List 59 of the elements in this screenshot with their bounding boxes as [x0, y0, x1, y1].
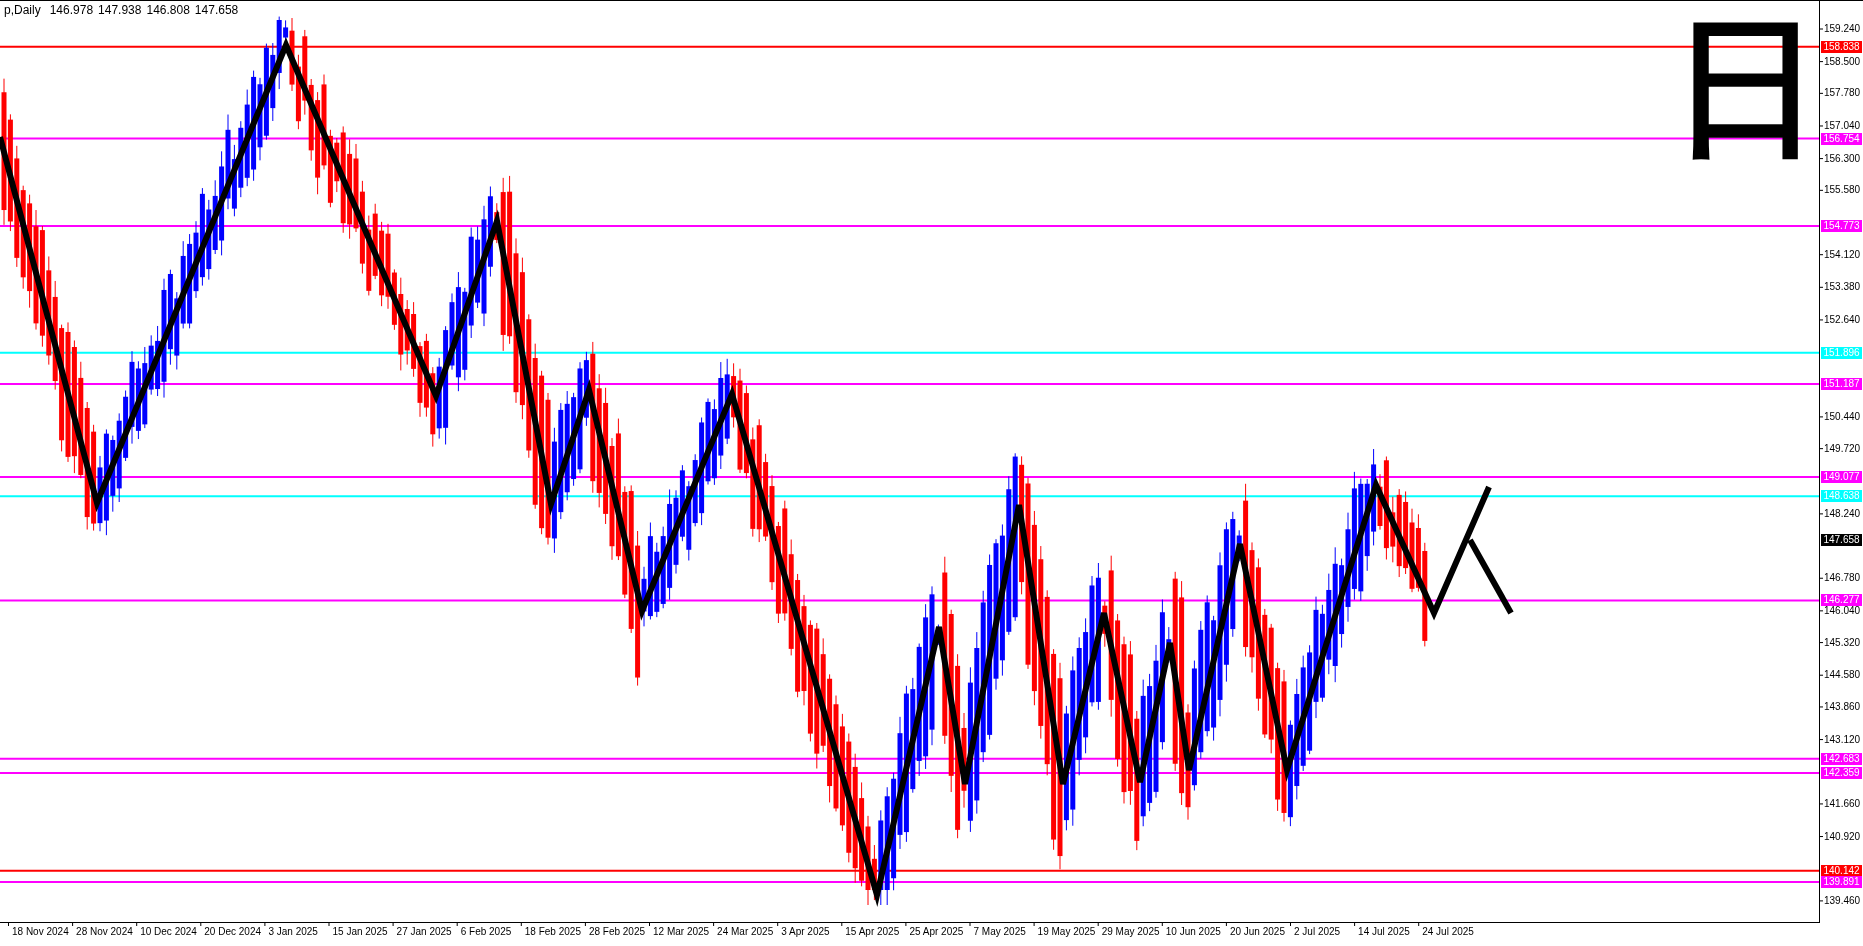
price-tick-label: 148.240 — [1824, 507, 1861, 520]
date-label: 28 Feb 2025 — [588, 925, 646, 939]
date-label: 20 Jun 2025 — [1229, 925, 1285, 939]
price-tick-label: 152.640 — [1824, 313, 1861, 326]
price-tick-label: 150.440 — [1824, 410, 1861, 423]
price-level-label: 142.683 — [1821, 752, 1862, 765]
date-label: 10 Dec 2024 — [140, 925, 197, 939]
price-tick-label: 144.580 — [1824, 669, 1861, 682]
chart-title: p,Daily — [4, 3, 41, 17]
price-level-label: 142.359 — [1821, 767, 1862, 780]
date-label: 24 Mar 2025 — [717, 925, 774, 939]
price-level-label: 156.754 — [1821, 132, 1862, 145]
timeframe-glyph: 日 — [1672, 2, 1822, 172]
price-tick-label: 145.320 — [1824, 636, 1861, 649]
price-tick-label: 141.660 — [1824, 797, 1861, 810]
price-tick-label: 159.240 — [1824, 23, 1861, 35]
date-label: 6 Feb 2025 — [460, 925, 512, 939]
price-tick-label: 154.120 — [1824, 248, 1861, 261]
date-label: 19 May 2025 — [1037, 925, 1096, 939]
price-tick-label: 153.380 — [1824, 281, 1861, 294]
date-label: 3 Jan 2025 — [268, 925, 318, 939]
price-level-label: 158.838 — [1821, 40, 1862, 53]
date-label: 25 Apr 2025 — [909, 925, 964, 939]
price-level-label: 148.638 — [1821, 490, 1862, 503]
price-tick-label: 155.580 — [1824, 184, 1861, 197]
price-tick-label: 157.040 — [1824, 119, 1861, 132]
date-label: 3 Apr 2025 — [781, 925, 830, 939]
last-price-label: 147.658 — [1821, 533, 1862, 546]
date-label: 12 Mar 2025 — [653, 925, 710, 939]
date-label: 18 Nov 2024 — [12, 925, 69, 939]
ohlc-values: 146.978 147.938 146.808 147.658 — [49, 3, 239, 17]
price-level-label: 140.142 — [1821, 864, 1862, 877]
price-level-label: 151.187 — [1821, 377, 1862, 390]
price-tick-label: 158.500 — [1824, 55, 1861, 68]
price-tick-label: 149.720 — [1824, 442, 1861, 455]
date-label: 7 May 2025 — [973, 925, 1026, 939]
date-label: 2 Jul 2025 — [1294, 925, 1341, 939]
date-label: 28 Nov 2024 — [76, 925, 133, 939]
price-level-label: 149.077 — [1821, 471, 1862, 483]
date-label: 20 Dec 2024 — [204, 925, 261, 939]
date-label: 10 Jun 2025 — [1165, 925, 1221, 939]
price-level-label: 151.896 — [1821, 346, 1862, 359]
price-tick-label: 140.920 — [1824, 830, 1861, 843]
price-tick-label: 146.780 — [1824, 572, 1861, 585]
date-label: 27 Jan 2025 — [396, 925, 452, 939]
price-tick-label: 146.040 — [1824, 604, 1861, 617]
date-label: 15 Jan 2025 — [332, 925, 388, 939]
date-label: 18 Feb 2025 — [524, 925, 581, 939]
price-tick-label: 156.300 — [1824, 152, 1861, 165]
price-tick-label: 157.780 — [1824, 87, 1861, 100]
price-tick-label: 139.460 — [1824, 894, 1861, 907]
price-tick-label: 143.120 — [1824, 733, 1861, 746]
price-level-label: 146.277 — [1821, 594, 1862, 607]
date-label: 14 Jul 2025 — [1358, 925, 1410, 939]
date-label: 24 Jul 2025 — [1422, 925, 1474, 939]
price-tick-label: 143.860 — [1824, 700, 1861, 713]
price-level-label: 154.773 — [1821, 219, 1862, 232]
date-label: 15 Apr 2025 — [845, 925, 900, 939]
date-label: 29 May 2025 — [1101, 925, 1160, 939]
